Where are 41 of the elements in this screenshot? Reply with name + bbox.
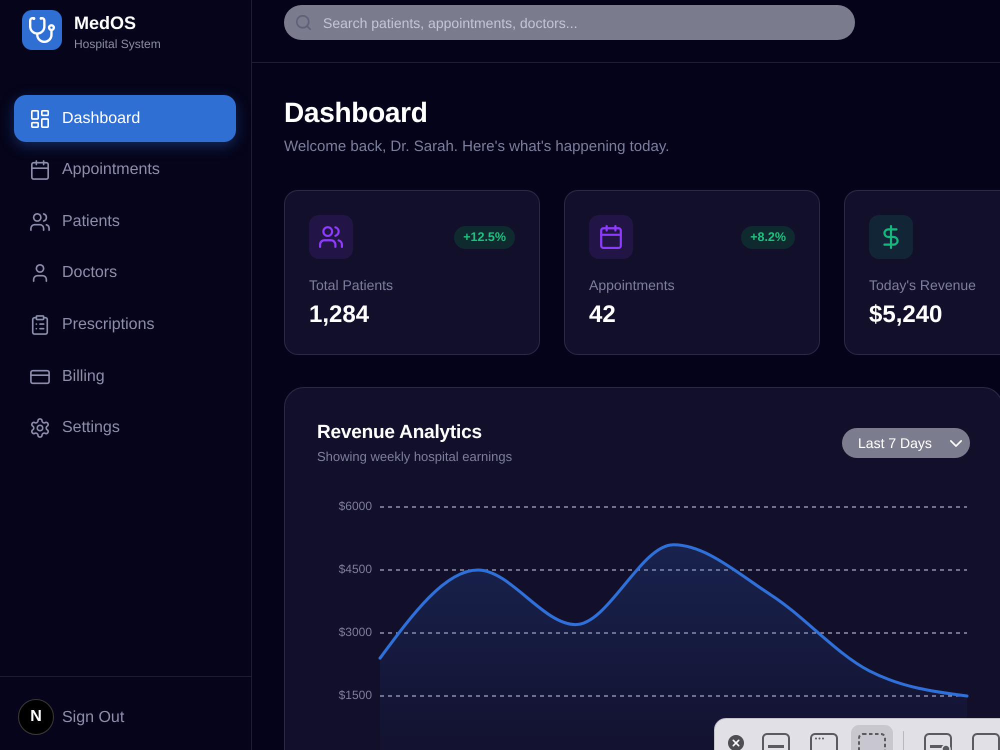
search-field[interactable]: Search patients, appointments, doctors... (284, 5, 855, 40)
y-axis-label: $6000 (338, 499, 372, 514)
window-bar-icon (762, 733, 790, 750)
users-icon (30, 212, 50, 232)
stat-label: Appointments (589, 276, 676, 294)
window-dots-icon (810, 733, 838, 750)
y-axis-label: $1500 (338, 688, 372, 702)
nav-item[interactable]: Settings (14, 404, 236, 452)
stat-label: Total Patients (309, 276, 394, 294)
page-subtitle: Welcome back, Dr. Sarah. Here's what's happening today. (284, 137, 670, 157)
window-outline-icon (972, 733, 1000, 750)
sign-out-button[interactable]: Sign Out (62, 708, 124, 726)
nav-item[interactable]: Prescriptions (14, 302, 236, 349)
nav-item[interactable]: Patients (14, 198, 236, 246)
y-axis-label: $3000 (338, 625, 372, 640)
close-icon[interactable] (728, 735, 744, 750)
growth-badge: +8.2% (741, 226, 795, 248)
chevron-down-icon (950, 440, 962, 446)
chart-subtitle: Showing weekly hospital earnings (317, 449, 512, 465)
page-title: Dashboard (284, 96, 429, 130)
stat-value: $5,240 (869, 300, 944, 330)
range-dropdown[interactable]: Last 7 Days (842, 428, 970, 458)
nav-item[interactable]: Appointments (14, 146, 236, 194)
stethoscope-logo-icon (22, 10, 62, 50)
clipboard-list-icon (30, 315, 50, 336)
nav-item[interactable]: Billing (14, 353, 236, 400)
stat-value: 1,284 (309, 300, 370, 330)
chart-title: Revenue Analytics (317, 421, 483, 445)
growth-badge: +12.5% (454, 226, 515, 248)
brand-name: MedOS (74, 12, 138, 34)
nav-item[interactable]: Doctors (14, 250, 236, 297)
search-icon (296, 15, 311, 30)
stat-label: Today's Revenue (869, 276, 977, 294)
stat-value: 42 (589, 300, 617, 330)
dashboard-grid-icon (30, 108, 50, 128)
calendar-icon (30, 160, 50, 180)
settings-icon (30, 418, 50, 438)
y-axis-label: $4500 (338, 562, 372, 576)
user-icon (30, 263, 50, 284)
brand-tagline: Hospital System (74, 37, 161, 52)
nav-item[interactable]: Dashboard (14, 95, 236, 142)
